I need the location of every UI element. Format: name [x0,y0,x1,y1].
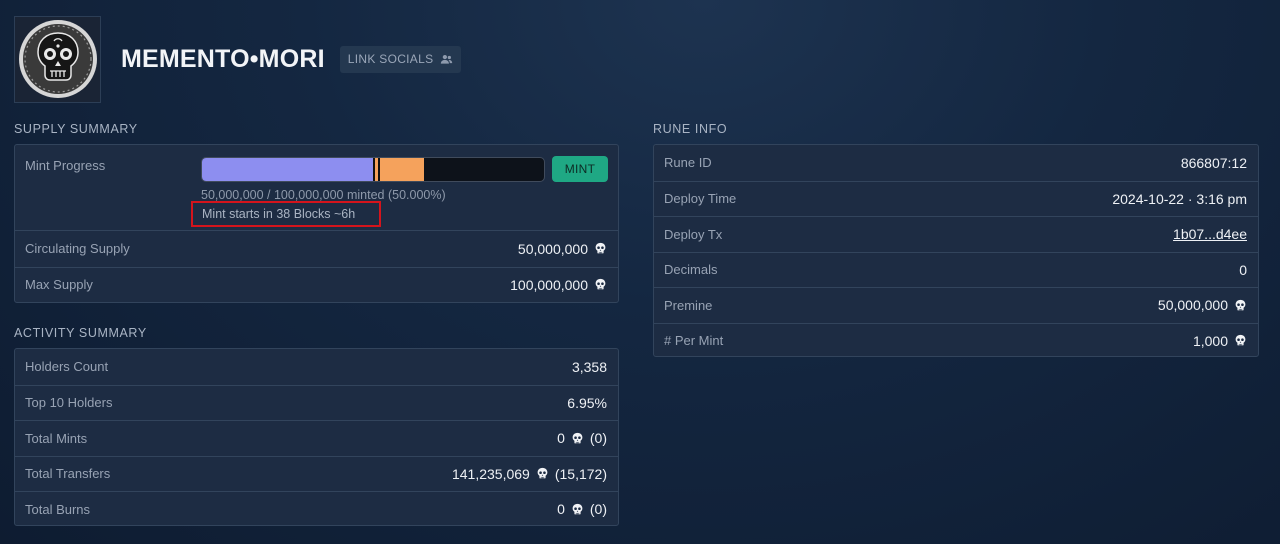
holders-count-label: Holders Count [25,359,109,375]
deploy-time-row: Deploy Time 2024-10-22 · 3:16 pm [654,180,1258,217]
holders-count-value: 3,358 [571,358,607,375]
deploy-tx-link[interactable]: 1b07...d4ee [1173,226,1247,242]
progress-marker [378,158,380,181]
per-mint-row: # Per Mint 1,000 [654,322,1258,359]
skull-icon [594,278,607,291]
rune-id-value: 866807:12 [1180,154,1247,171]
link-socials-label: LINK SOCIALS [347,52,434,66]
minted-fill [202,158,373,181]
circulating-supply-number: 50,000,000 [517,240,588,257]
skull-icon [1234,334,1247,347]
rune-header: MEMENTO•MORI LINK SOCIALS [14,15,462,103]
circulating-supply-row: Circulating Supply 50,000,000 [15,231,618,267]
rune-title: MEMENTO•MORI [121,44,325,73]
pending-fill [373,158,425,181]
mint-progress-label: Mint Progress [25,158,106,173]
supply-summary-heading: SUPPLY SUMMARY [14,122,138,136]
total-mints-count: (0) [589,430,607,447]
rune-id-label: Rune ID [664,155,712,171]
per-mint-number: 1,000 [1192,332,1228,349]
progress-marker [373,158,375,181]
deploy-tx-row: Deploy Tx 1b07...d4ee [654,216,1258,252]
mint-starts-text: Mint starts in 38 Blocks ~6h [202,207,356,221]
holders-count-row: Holders Count 3,358 [15,349,618,385]
total-burns-row: Total Burns 0 (0) [15,491,618,527]
mint-starts-highlight: Mint starts in 38 Blocks ~6h [191,201,381,227]
top-holders-value: 6.95% [567,394,607,411]
circulating-supply-label: Circulating Supply [25,241,130,257]
skull-icon [1234,299,1247,312]
skull-icon [594,242,607,255]
total-transfers-number: 141,235,069 [451,465,530,482]
circulating-supply-value: 50,000,000 [518,241,607,257]
total-mints-row: Total Mints 0 (0) [15,420,618,456]
max-supply-row: Max Supply 100,000,000 [15,266,618,303]
total-burns-value: 0 (0) [557,501,607,517]
total-mints-label: Total Mints [25,430,88,446]
mint-button[interactable]: MINT [552,156,608,182]
total-mints-number: 0 [557,430,565,447]
premine-label: Premine [664,297,713,313]
max-supply-value: 100,000,000 [510,277,607,293]
premine-value: 50,000,000 [1158,297,1247,313]
per-mint-label: # Per Mint [664,333,724,349]
rune-detail-page: MEMENTO•MORI LINK SOCIALS SUPPLY SUMMARY… [0,0,1280,544]
rune-logo [14,15,101,103]
deploy-time-value: 2024-10-22 · 3:16 pm [1112,190,1247,207]
mint-progress-row: Mint Progress MINT 50,000,000 / 100,000,… [15,145,618,231]
activity-summary-panel: Holders Count 3,358 Top 10 Holders 6.95%… [14,348,619,526]
decimals-value: 0 [1239,261,1247,278]
top-holders-label: Top 10 Holders [25,395,113,411]
rune-info-panel: Rune ID 866807:12 Deploy Time 2024-10-22… [653,144,1259,357]
top-holders-row: Top 10 Holders 6.95% [15,384,618,421]
activity-summary-heading: ACTIVITY SUMMARY [14,326,147,340]
total-transfers-row: Total Transfers 141,235,069 (15,172) [15,455,618,492]
premine-row: Premine 50,000,000 [654,287,1258,323]
decimals-row: Decimals 0 [654,251,1258,288]
link-socials-button[interactable]: LINK SOCIALS [339,45,462,73]
total-burns-label: Total Burns [25,501,91,517]
deploy-tx-label: Deploy Tx [664,226,723,242]
minted-status-text: 50,000,000 / 100,000,000 minted (50.000%… [201,188,446,202]
decimals-label: Decimals [664,262,718,278]
max-supply-number: 100,000,000 [510,276,588,293]
supply-summary-panel: Mint Progress MINT 50,000,000 / 100,000,… [14,144,619,303]
total-burns-count: (0) [589,501,607,518]
mint-progress-bar [201,157,545,182]
rune-id-row: Rune ID 866807:12 [654,145,1258,181]
sugar-skull-logo [18,20,97,98]
total-transfers-count: (15,172) [554,465,607,482]
total-burns-number: 0 [557,501,565,518]
premine-number: 50,000,000 [1157,297,1228,314]
total-transfers-value: 141,235,069 (15,172) [452,466,607,482]
max-supply-label: Max Supply [25,277,93,293]
total-mints-value: 0 (0) [557,430,607,446]
deploy-time-label: Deploy Time [664,191,737,207]
per-mint-value: 1,000 [1193,333,1247,349]
users-icon [441,54,453,64]
skull-icon [536,467,549,480]
rune-info-heading: RUNE INFO [653,122,728,136]
skull-icon [571,432,584,445]
skull-icon [571,503,584,516]
total-transfers-label: Total Transfers [25,466,111,482]
